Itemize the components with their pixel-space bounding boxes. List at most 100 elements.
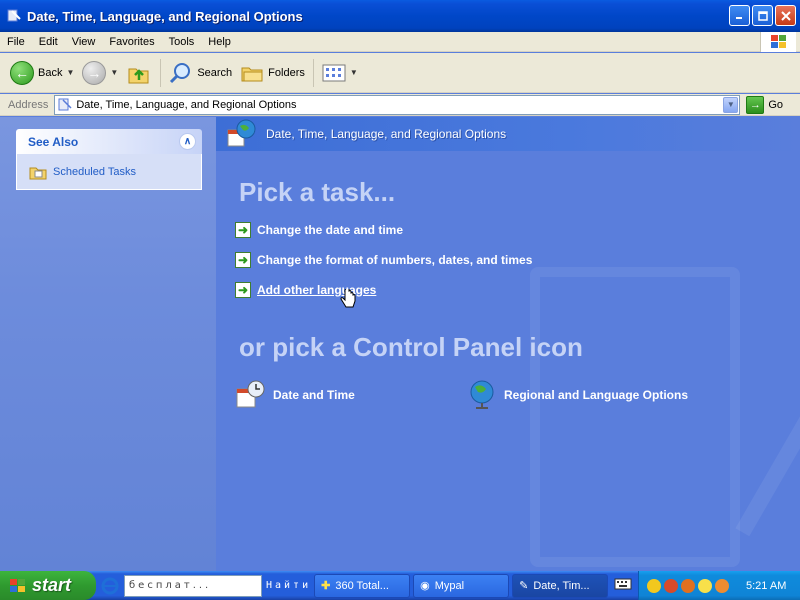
folders-label: Folders [268, 66, 305, 79]
scheduled-tasks-icon [29, 167, 47, 179]
toolbar-separator [312, 58, 314, 87]
back-label: Back [38, 66, 63, 79]
toolbar-separator [160, 58, 162, 87]
keyboard-icon [614, 578, 632, 590]
keyboard-icon[interactable] [614, 577, 632, 594]
menu-help[interactable]: Help [201, 36, 238, 48]
search-label: Search [197, 66, 233, 79]
taskbar-item-label: Date, Tim... [533, 579, 590, 592]
hand-cursor-icon [340, 289, 356, 308]
scheduled-tasks-link[interactable]: Scheduled Tasks [53, 166, 136, 178]
search-icon [170, 62, 191, 83]
antivirus-icon[interactable] [681, 578, 695, 593]
windows-logo [760, 32, 796, 52]
chevron-down-icon: ▼ [726, 100, 735, 109]
taskbar-item-label: Mypal [434, 579, 465, 592]
green-arrow-icon: ➜ [235, 222, 251, 238]
address-bar: Address Date, Time, Language, and Region… [0, 94, 800, 116]
start-label: start [32, 575, 72, 595]
maximize-icon [757, 10, 768, 21]
globe-calendar-icon [227, 119, 256, 147]
see-also-title: See Also [28, 134, 79, 149]
see-also-panel: See Also ∧ Scheduled Tasks [16, 129, 202, 190]
search-button[interactable]: Search [165, 57, 236, 89]
task-change-date-time[interactable]: ➜ Change the date and time [235, 222, 403, 238]
up-button[interactable] [122, 57, 156, 89]
windows-flag-icon [770, 35, 786, 48]
green-arrow-icon: ➜ [235, 252, 251, 268]
control-panel-icon-heading: or pick a Control Panel icon [239, 332, 583, 362]
minimize-button[interactable] [729, 5, 750, 26]
control-panel-icon [58, 98, 72, 110]
maximize-button[interactable] [752, 5, 773, 26]
windows-flag-icon [10, 578, 25, 592]
folders-icon [241, 67, 263, 81]
forward-arrow-icon: → [82, 60, 107, 85]
minimize-icon [736, 17, 742, 19]
pick-task-heading: Pick a task... [239, 177, 396, 207]
chevron-up-icon: ∧ [183, 136, 192, 147]
menu-view[interactable]: View [65, 36, 103, 48]
menu-tools[interactable]: Tools [162, 36, 202, 48]
toolbar: ← Back ▼ → ▼ Search Folders ▼ [0, 53, 800, 93]
task-label: Change the format of numbers, dates, and… [257, 253, 533, 267]
task-label: Change the date and time [257, 223, 404, 237]
date-and-time-item[interactable]: Date and Time [235, 379, 355, 411]
collapse-button[interactable]: ∧ [179, 133, 196, 150]
address-field[interactable]: Date, Time, Language, and Regional Optio… [54, 94, 741, 115]
find-button[interactable]: Найти [266, 580, 311, 591]
control-panel-icon: ✎ [519, 580, 529, 592]
security-alert-icon[interactable] [664, 578, 678, 593]
views-icon [322, 64, 346, 81]
close-icon [780, 10, 791, 21]
address-label: Address [8, 98, 49, 111]
system-tray: 5:21 AM [638, 571, 800, 600]
taskbar-item-label: 360 Total... [335, 579, 389, 592]
taskbar-search-input[interactable]: бесплат... [124, 574, 262, 597]
taskbar-item-mypal[interactable]: ◉ Mypal [413, 573, 510, 598]
plus-icon: ✚ [321, 580, 331, 592]
green-arrow-icon: ➜ [235, 282, 251, 298]
views-button[interactable]: ▼ [318, 57, 362, 89]
see-also-header[interactable]: See Also ∧ [16, 129, 202, 154]
chevron-down-icon[interactable]: ▼ [110, 68, 118, 77]
shield-icon[interactable] [647, 578, 661, 593]
menu-file[interactable]: File [0, 36, 32, 48]
clock[interactable]: 5:21 AM [746, 580, 786, 592]
chevron-down-icon[interactable]: ▼ [350, 68, 358, 77]
content-header: Date, Time, Language, and Regional Optio… [216, 117, 800, 151]
browser-icon: ◉ [420, 580, 430, 592]
date-and-time-label: Date and Time [273, 388, 355, 402]
regional-language-label: Regional and Language Options [504, 388, 689, 402]
see-also-body: Scheduled Tasks [16, 154, 202, 190]
menu-favorites[interactable]: Favorites [102, 36, 161, 48]
back-button[interactable]: ← Back ▼ [6, 57, 78, 89]
task-label: Add other languages [257, 283, 377, 297]
task-pane: See Also ∧ Scheduled Tasks [0, 117, 216, 571]
content-header-title: Date, Time, Language, and Regional Optio… [266, 127, 507, 141]
address-dropdown-button[interactable]: ▼ [723, 96, 739, 113]
chevron-down-icon[interactable]: ▼ [66, 68, 74, 77]
search-tray-icon[interactable] [715, 578, 729, 593]
menu-edit[interactable]: Edit [32, 36, 65, 48]
plus-tray-icon[interactable] [698, 578, 712, 593]
internet-explorer-icon[interactable] [100, 576, 120, 596]
start-button[interactable]: start [0, 571, 96, 600]
folders-button[interactable]: Folders [236, 57, 309, 89]
folder-up-icon [128, 68, 149, 83]
globe-icon [470, 380, 494, 409]
calendar-clock-icon [236, 380, 265, 408]
back-arrow-icon: ← [10, 60, 34, 85]
title-bar[interactable]: Date, Time, Language, and Regional Optio… [0, 0, 800, 32]
forward-button[interactable]: → ▼ [78, 57, 122, 89]
go-arrow-icon: → [746, 95, 765, 114]
regional-language-item[interactable]: Regional and Language Options [468, 379, 688, 411]
taskbar-item-360[interactable]: ✚ 360 Total... [314, 573, 411, 598]
window-title: Date, Time, Language, and Regional Optio… [27, 8, 303, 24]
taskbar-item-date-time[interactable]: ✎ Date, Tim... [512, 573, 609, 598]
menu-bar: File Edit View Favorites Tools Help [0, 32, 800, 52]
task-change-format[interactable]: ➜ Change the format of numbers, dates, a… [235, 252, 532, 268]
go-button[interactable]: → Go [746, 95, 783, 114]
close-button[interactable] [775, 5, 796, 26]
main-content: Date, Time, Language, and Regional Optio… [216, 117, 800, 571]
